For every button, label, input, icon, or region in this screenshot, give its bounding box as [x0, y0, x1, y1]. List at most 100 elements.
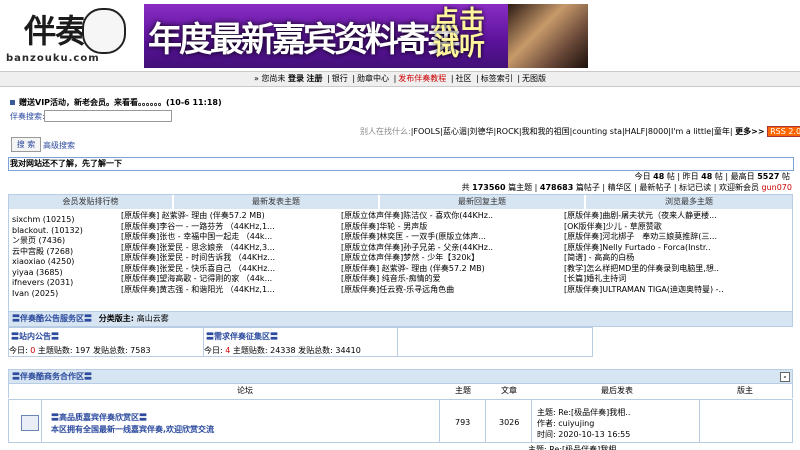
forum-description: 本区拥有全国最新一线嘉宾伴奏,欢迎欣赏交流 — [51, 425, 215, 434]
new-member-link[interactable]: gun070 — [762, 183, 793, 192]
top-navbar: » 您尚未 登录 注册 | 银行 | 勋章中心 | 发布伴奏教程 | 社区 | 标签索引 … — [0, 71, 800, 87]
most-viewed-item[interactable]: [原版伴奏]Nelly Furtado - Forca(Instr.. — [564, 243, 790, 254]
most-viewed-header: 浏览最多主题 — [586, 195, 792, 209]
announcement-icon — [10, 100, 15, 105]
tag-index-link[interactable]: 标签索引 — [481, 74, 513, 83]
new-topic-item[interactable]: [原版伴奏]张爱民 - 时间告诉我 （44KHz... — [121, 253, 317, 264]
banner-action-line2: 试听 — [432, 32, 485, 62]
most-viewed-item[interactable]: [原版伴奏]曲剧-屠夫状元（夜来人静更楼... — [564, 211, 790, 222]
board-counts: 主题贴数: 24338 发贴总数: 34410 — [232, 346, 361, 355]
new-reply-item[interactable]: [原版立体声伴奏]孙子兄弟 - 父亲(44KHz.. — [341, 243, 559, 254]
banner-listen-button[interactable]: 点击 试听 — [414, 8, 504, 64]
most-viewed-item[interactable]: [原版伴奏]河北梆子 奉劝三娘莫推辞(三... — [564, 232, 790, 243]
most-viewed-item[interactable]: [原版伴奏]ULTRAMAN TIGA(迪迦奥特曼) -.. — [564, 285, 790, 296]
advanced-search-link[interactable]: 高级搜索 — [43, 140, 93, 150]
new-topic-item[interactable]: [原版伴奏]张爱民 - 思念娘亲 （44KHz,3... — [121, 243, 317, 254]
publish-tutorial-link[interactable]: 发布伴奏教程 — [398, 74, 446, 83]
col-forum: 论坛 — [237, 386, 253, 395]
collapse-icon[interactable]: - — [780, 372, 790, 382]
no-image-link[interactable]: 无图版 — [522, 74, 546, 83]
site-header: 伴奏酷 banzouku.com 年度最新嘉宾资料寄卖 点击 试听 — [0, 0, 800, 70]
ad-banner[interactable]: 年度最新嘉宾资料寄卖 点击 试听 — [144, 4, 508, 68]
topics-label: 篇主题 | — [508, 183, 538, 192]
more-link[interactable]: 更多>> — [735, 127, 764, 136]
new-reply-item[interactable]: [原版立体声伴奏]陈洁仪 - 喜欢你(44KHz.. — [341, 211, 559, 222]
welcome-bar[interactable]: 我对网站还不了解，先了解一下 — [8, 157, 794, 171]
site-logo[interactable]: 伴奏酷 banzouku.com — [0, 0, 142, 70]
col-posts: 文章 — [501, 386, 517, 395]
today-label: 今日: — [204, 346, 223, 355]
ranking-header: 会员发贴排行榜 — [9, 195, 172, 209]
bank-link[interactable]: 银行 — [332, 74, 348, 83]
board-name[interactable]: 〓站内公告〓 — [11, 331, 59, 342]
new-reply-item[interactable]: [原版伴奏]林奕匡 - 一双手(原版立体声... — [341, 232, 559, 243]
posts-unit: 帖 — [782, 172, 790, 181]
posts-links[interactable]: 篇帖子 | 精华区 | 最新帖子 | 标记已读 | 欢迎新会员 — [576, 183, 759, 192]
most-viewed-item[interactable]: [长篇]婚礼主持词 — [564, 274, 790, 285]
new-topics-header: 最新发表主题 — [174, 195, 378, 209]
last-post-topic[interactable]: 主题: Re:[极品伴奏]我相.. — [537, 407, 707, 418]
banner-title: 年度最新嘉宾资料寄卖 — [148, 20, 461, 60]
announcement[interactable]: 赠送VIP活动，新老会员。来看看。。。。。。(10-6 11:18) — [10, 97, 410, 109]
new-topic-item[interactable]: [原版伴奏]黄志强 - 和谐阳光 （44KHz,1... — [121, 285, 317, 296]
forum-row: 〓高品质嘉宾伴奏欣赏区〓 本区拥有全国最新一线嘉宾伴奏,欢迎欣赏交流 793 3… — [8, 399, 793, 443]
section1-title[interactable]: 〓伴奏酷公告服务区〓 — [12, 314, 92, 323]
today-count: 0 — [30, 346, 36, 355]
new-reply-item[interactable]: [原版伴奏] 赵紫骅- 理由 (伴奏57.2 MB) — [341, 264, 559, 275]
forum-table-header: 论坛 主题 文章 最后发表 版主 — [8, 384, 793, 398]
board-stats: 今日: 4 主题贴数: 24338 发贴总数: 34410 — [204, 345, 592, 356]
total-posts: 478683 — [539, 183, 574, 192]
today-label: 今日: — [9, 346, 28, 355]
community-link[interactable]: 社区 — [456, 74, 472, 83]
hot-search-terms[interactable]: |FOOLS|蓝心湄|刘德华|ROCK|我和我的祖国|counting sta|… — [411, 127, 733, 136]
col-last-post: 最后发表 — [601, 386, 633, 395]
new-replies-list: [原版立体声伴奏]陈洁仪 - 喜欢你(44KHz.. [原版伴奏]华轮 - 男声… — [341, 211, 559, 295]
last-post-author[interactable]: 作者: cuiyujing — [537, 418, 707, 429]
board-requests: 〓需求伴奏征集区〓 今日: 4 主题贴数: 24338 发贴总数: 34410 — [203, 327, 593, 357]
total-topics: 173560 — [472, 183, 506, 192]
register-link[interactable]: 注册 — [307, 74, 323, 83]
section1-moderator-label: 分类版主: — [98, 314, 134, 323]
max-label: 帖 | 最高日 — [714, 172, 755, 181]
forum-name[interactable]: 〓高品质嘉宾伴奏欣赏区〓 — [51, 412, 147, 423]
new-topic-item[interactable]: [原版伴奏]望海高歌 - 记得刚的家 （44k... — [121, 274, 317, 285]
login-link[interactable]: 登录 — [288, 74, 304, 83]
today-count: 4 — [225, 346, 231, 355]
new-topic-item[interactable]: [原版伴奏]张也 - 幸福中国一起走 （44k... — [121, 232, 317, 243]
daily-stats: 今日 48 帖 | 昨日 48 帖 | 最高日 5527 帖 — [500, 171, 790, 182]
section1-moderator[interactable]: 高山云雾 — [137, 314, 169, 323]
total-stats: 共 173560 篇主题 | 478683 篇帖子 | 精华区 | 最新帖子 |… — [420, 182, 792, 193]
forum-topic-count: 793 — [455, 418, 471, 427]
col-topics: 主题 — [455, 386, 471, 395]
logo-url: banzouku.com — [6, 53, 100, 64]
most-viewed-item[interactable]: [教学]怎么样把MD里的伴奏录到电脑里,想.. — [564, 264, 790, 275]
new-topic-item[interactable]: [原版伴奏] 赵紫骅- 理由 (伴奏57.2 MB) — [121, 211, 317, 222]
new-reply-item[interactable]: [原版伴奏]任云霓-乐寻远角色曲 — [341, 285, 559, 296]
new-topic-item[interactable]: [原版伴奏]李谷一 - 一路芬芳 （44KHz,1... — [121, 222, 317, 233]
new-reply-item[interactable]: [原版伴奏]华轮 - 男声版 — [341, 222, 559, 233]
search-button[interactable]: 搜 索 — [11, 137, 41, 152]
most-viewed-list: [原版伴奏]曲剧-屠夫状元（夜来人静更楼... [OK版伴奏]少儿 - 草原赞歌… — [564, 211, 790, 295]
search-input[interactable] — [44, 110, 172, 122]
yesterday-label: 帖 | 昨日 — [666, 172, 699, 181]
board-name[interactable]: 〓需求伴奏征集区〓 — [206, 331, 278, 342]
new-topics-list: [原版伴奏] 赵紫骅- 理由 (伴奏57.2 MB) [原版伴奏]李谷一 - 一… — [121, 211, 317, 295]
next-row-partial[interactable]: 主题: Re:[极品伴奏]我相 — [528, 444, 728, 450]
new-reply-item[interactable]: [原版伴奏] 纯音乐-痴情的爱 — [341, 274, 559, 285]
rss-badge[interactable]: RSS 2.0 — [767, 126, 800, 137]
banner-action-line1: 点击 — [432, 6, 485, 36]
most-viewed-item[interactable]: [OK版伴奏]少儿 - 草原赞歌 — [564, 222, 790, 233]
new-reply-item[interactable]: [原版立体声伴奏]梦然 - 少年【320k】 — [341, 253, 559, 264]
hot-search-bar: 别人在找什么:|FOOLS|蓝心湄|刘德华|ROCK|我和我的祖国|counti… — [360, 126, 800, 138]
new-topic-item[interactable]: [原版伴奏]张爱民 - 快乐喜自己 （44KHz... — [121, 264, 317, 275]
medal-link[interactable]: 勋章中心 — [357, 74, 389, 83]
yesterday-count: 48 — [701, 172, 713, 181]
business-section-header: 〓伴奏酷商务合作区〓 - — [8, 369, 793, 384]
banner-photo[interactable] — [508, 4, 588, 68]
announcement-text[interactable]: 赠送VIP活动，新老会员。来看看。。。。。。(10-6 11:18) — [19, 98, 222, 107]
most-viewed-item[interactable]: [简谱] - 高高的白杨 — [564, 253, 790, 264]
total-prefix: 共 — [461, 183, 470, 192]
max-count: 5527 — [757, 172, 780, 181]
logo-mascot-icon — [82, 8, 126, 54]
section2-title[interactable]: 〓伴奏酷商务合作区〓 — [12, 372, 92, 381]
